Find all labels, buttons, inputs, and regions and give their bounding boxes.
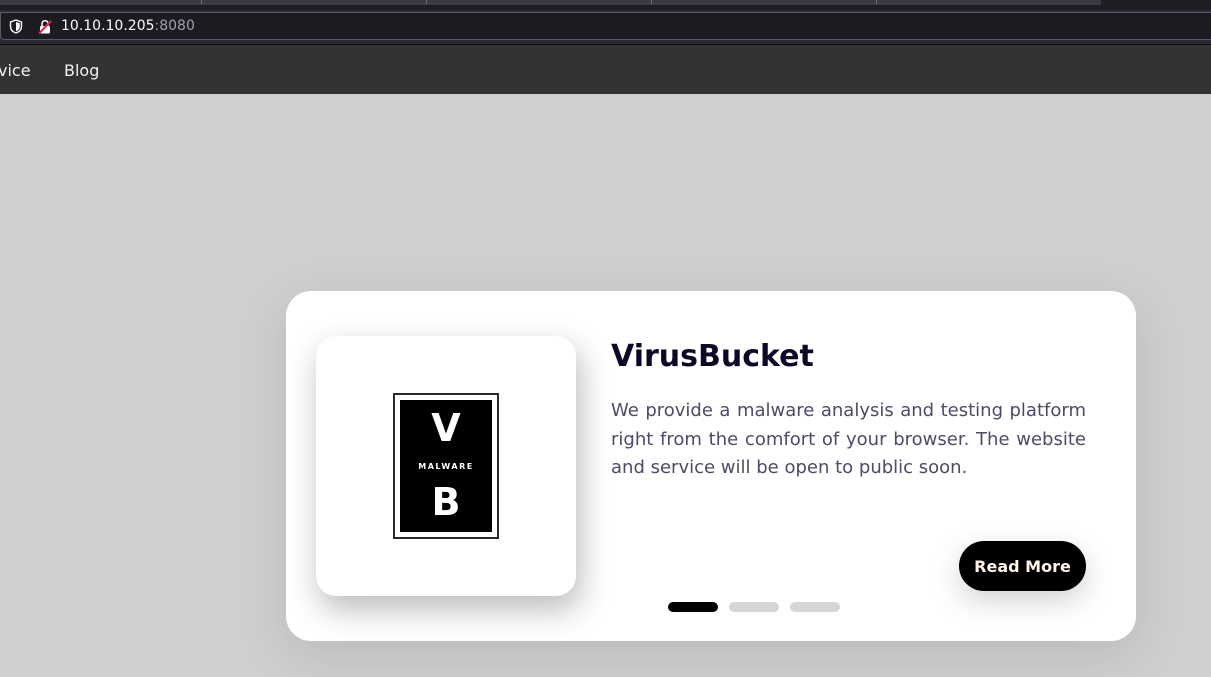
url-host: 10.10.10.205 bbox=[61, 18, 155, 34]
tab-separator bbox=[426, 0, 427, 4]
url-text[interactable]: 10.10.10.205:8080 bbox=[61, 18, 195, 34]
pagination-dot-2[interactable] bbox=[729, 602, 779, 612]
nav-link-blog[interactable]: Blog bbox=[64, 61, 99, 80]
site-navbar: vice Blog bbox=[0, 45, 1211, 94]
address-bar[interactable]: 10.10.10.205:8080 bbox=[0, 12, 1211, 40]
pagination-dot-1[interactable] bbox=[668, 602, 718, 612]
tab-separator bbox=[876, 0, 877, 4]
tab-separator bbox=[201, 0, 202, 4]
logo-badge: V MALWARE B bbox=[400, 400, 492, 532]
browser-tab-row bbox=[0, 0, 1101, 5]
logo-letter-v: V bbox=[431, 406, 461, 450]
read-more-button[interactable]: Read More bbox=[959, 541, 1086, 591]
url-port: :8080 bbox=[154, 18, 195, 34]
logo-letter-b: B bbox=[431, 480, 461, 524]
card-title: VirusBucket bbox=[611, 339, 814, 374]
blog-slider-card: V MALWARE B VirusBucket We provide a mal… bbox=[286, 291, 1136, 641]
shield-icon[interactable] bbox=[9, 19, 23, 34]
virusbucket-logo: V MALWARE B bbox=[393, 393, 499, 539]
pagination-dot-3[interactable] bbox=[790, 602, 840, 612]
logo-subtitle: MALWARE bbox=[418, 462, 474, 471]
card-description: We provide a malware analysis and testin… bbox=[611, 400, 1086, 478]
browser-toolbar: 10.10.10.205:8080 bbox=[0, 10, 1211, 44]
insecure-lock-icon[interactable] bbox=[37, 19, 53, 35]
card-image: V MALWARE B bbox=[316, 336, 576, 596]
tab-separator bbox=[651, 0, 652, 4]
browser-tab-strip bbox=[0, 0, 1211, 10]
nav-link-service[interactable]: vice bbox=[0, 61, 31, 80]
